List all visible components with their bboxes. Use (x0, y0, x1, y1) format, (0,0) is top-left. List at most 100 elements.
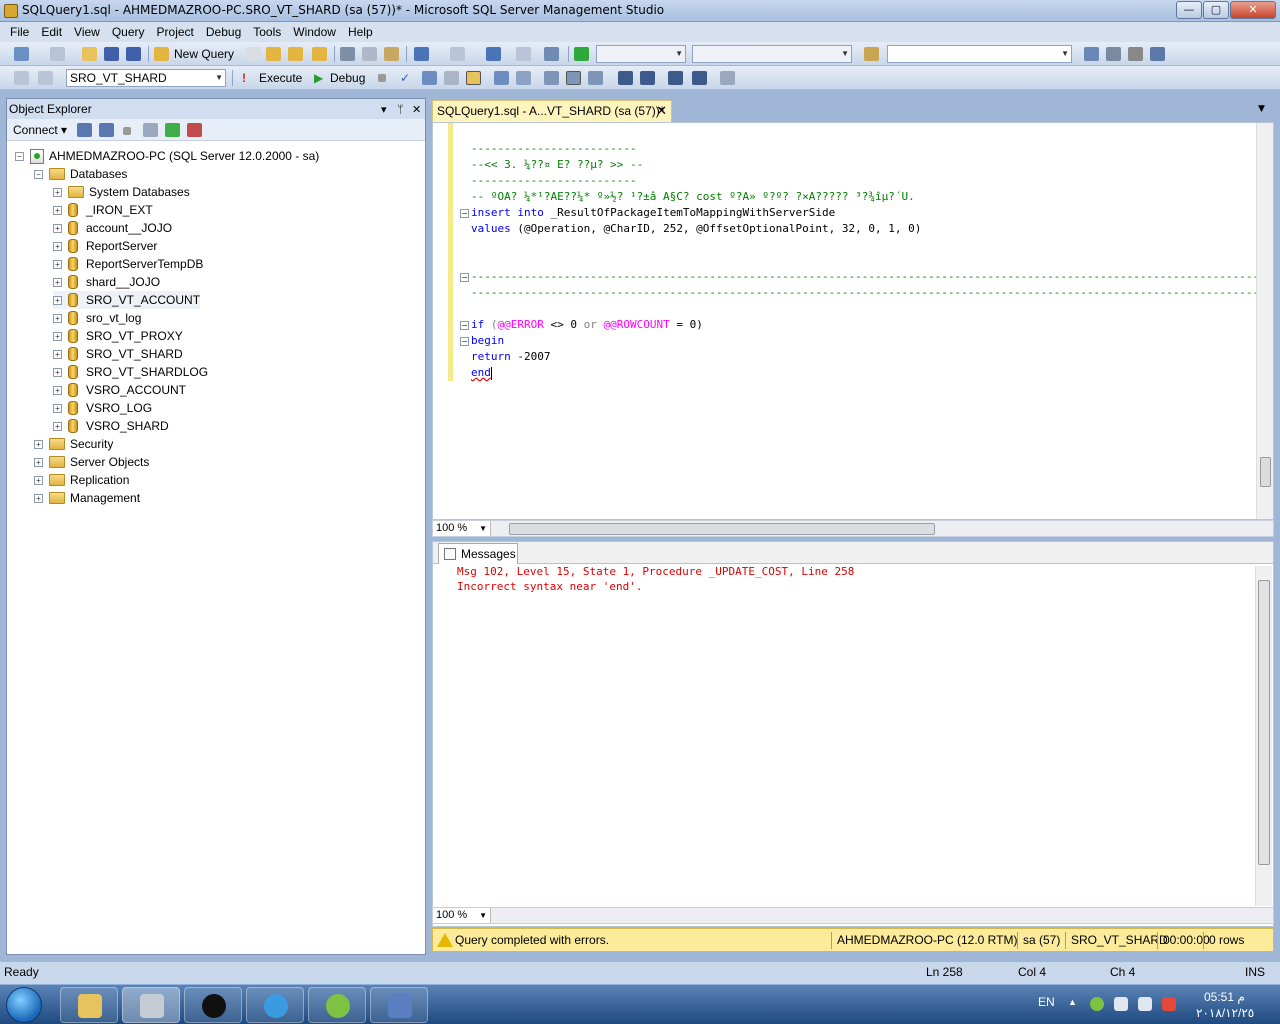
specify-template-values-icon[interactable] (720, 71, 735, 85)
volume-icon[interactable] (1114, 997, 1128, 1011)
tree-item-database[interactable]: + SRO_VT_PROXY (53, 327, 183, 345)
pin-icon[interactable]: ᛘ (397, 100, 404, 120)
uncomment-icon[interactable] (640, 71, 655, 85)
execute-icon[interactable]: ! (242, 71, 246, 85)
network-icon[interactable] (1138, 997, 1152, 1011)
utorrent-tray-icon[interactable] (1090, 997, 1104, 1011)
cut-icon[interactable] (340, 47, 355, 61)
results-to-file-icon[interactable] (588, 71, 603, 85)
menu-window[interactable]: Window (287, 25, 342, 39)
comment-out-icon[interactable] (618, 71, 633, 85)
tab-close-icon[interactable]: ✕ (656, 101, 667, 121)
expand-toggle[interactable]: + (53, 421, 62, 431)
expand-toggle[interactable]: + (53, 277, 62, 287)
connect-server-icon[interactable] (77, 123, 92, 137)
solution-platform-combo[interactable]: ▼ (692, 45, 852, 63)
new-query-icon[interactable] (154, 47, 169, 61)
expand-toggle[interactable]: + (53, 349, 62, 359)
new-project-icon[interactable] (14, 47, 29, 61)
save-icon[interactable] (104, 47, 119, 61)
stop-icon[interactable] (123, 127, 131, 135)
cancel-query-icon[interactable] (378, 74, 386, 82)
results-to-text-icon[interactable] (544, 71, 559, 85)
results-vertical-scrollbar[interactable] (1255, 566, 1272, 906)
save-all-icon[interactable] (126, 47, 141, 61)
server-node[interactable]: − AHMEDMAZROO-PC (SQL Server 12.0.2000 -… (15, 147, 319, 165)
display-estimated-plan-icon[interactable] (422, 71, 437, 85)
query-editor[interactable]: ------------------------- --<< 3. ¼??¤ E… (432, 122, 1274, 520)
new-query-button[interactable]: New Query (174, 47, 234, 61)
menu-help[interactable]: Help (342, 25, 379, 39)
expand-toggle[interactable]: + (53, 385, 62, 395)
tree-item-database[interactable]: + SRO_VT_SHARDLOG (53, 363, 208, 381)
tree-item-database[interactable]: + shard__JOJO (53, 273, 160, 291)
expand-toggle[interactable]: + (53, 187, 62, 197)
taskbar-internet-explorer[interactable] (246, 987, 304, 1023)
analysis-query-icon[interactable] (266, 47, 281, 61)
navigate-forward-icon[interactable] (516, 47, 531, 61)
expand-toggle[interactable]: + (34, 439, 43, 449)
editor-vertical-scrollbar[interactable] (1256, 123, 1273, 519)
clock-date[interactable]: ٢٠١٨/١٢/٢٥ (1196, 1006, 1254, 1020)
available-databases-combo[interactable]: SRO_VT_SHARD ▼ (66, 69, 226, 87)
tree-item-management[interactable]: + Management (34, 489, 140, 507)
tree-item-system-databases[interactable]: + System Databases (53, 183, 190, 201)
query-options-icon[interactable] (444, 71, 459, 85)
menu-project[interactable]: Project (151, 25, 200, 39)
activity-monitor-icon[interactable] (187, 123, 202, 137)
taskbar-utorrent[interactable] (308, 987, 366, 1023)
solution-configuration-combo[interactable]: ▼ (596, 45, 686, 63)
collapse-toggle[interactable]: − (15, 151, 24, 161)
expand-toggle[interactable]: + (53, 295, 62, 305)
tree-item-database[interactable]: + VSRO_ACCOUNT (53, 381, 186, 399)
tree-item-server-objects[interactable]: + Server Objects (34, 453, 149, 471)
expand-toggle[interactable]: + (53, 403, 62, 413)
find-in-files-icon[interactable] (864, 47, 879, 61)
menu-file[interactable]: File (4, 25, 35, 39)
add-item-icon[interactable] (50, 47, 65, 61)
collapse-region-icon[interactable]: − (460, 273, 469, 282)
tab-messages[interactable]: Messages (438, 543, 518, 564)
editor-horizontal-scroll-thumb[interactable] (509, 523, 935, 535)
tree-item-database[interactable]: + sro_vt_log (53, 309, 141, 327)
taskbar-explorer[interactable] (60, 987, 118, 1023)
open-file-icon[interactable] (82, 47, 97, 61)
tree-item-replication[interactable]: + Replication (34, 471, 129, 489)
tree-item-database[interactable]: + ReportServer (53, 237, 157, 255)
toolbox-icon[interactable] (1128, 47, 1143, 61)
expand-toggle[interactable]: + (53, 331, 62, 341)
filter-icon[interactable] (143, 123, 158, 137)
window-layout-icon[interactable] (1150, 47, 1165, 61)
scrollbar-thumb[interactable] (1260, 457, 1271, 487)
expand-toggle[interactable]: + (53, 241, 62, 251)
expand-toggle[interactable]: + (53, 205, 62, 215)
collapse-region-icon[interactable]: − (460, 321, 469, 330)
tree-item-database[interactable]: + _IRON_EXT (53, 201, 153, 219)
start-button[interactable] (6, 987, 42, 1023)
maximize-button[interactable]: ▢ (1203, 1, 1229, 19)
solution-config-icon[interactable] (544, 47, 559, 61)
find-combo[interactable]: ▼ (887, 45, 1072, 63)
tree-item-database[interactable]: + ReportServerTempDB (53, 255, 203, 273)
decrease-indent-icon[interactable] (668, 71, 683, 85)
disconnect-icon[interactable] (99, 123, 114, 137)
show-hidden-icons[interactable]: ▲ (1068, 997, 1077, 1007)
collapse-region-icon[interactable]: − (460, 209, 469, 218)
menu-tools[interactable]: Tools (247, 25, 287, 39)
navigate-backward-icon[interactable] (486, 47, 501, 61)
increase-indent-icon[interactable] (692, 71, 707, 85)
tree-item-database[interactable]: + VSRO_SHARD (53, 417, 169, 435)
connect-icon[interactable] (14, 71, 29, 85)
clock-time[interactable]: 05:51 م (1204, 990, 1245, 1004)
include-plan-icon[interactable] (494, 71, 509, 85)
minimize-button[interactable]: — (1176, 1, 1202, 19)
expand-toggle[interactable]: + (34, 475, 43, 485)
expand-toggle[interactable]: + (53, 259, 62, 269)
action-center-icon[interactable] (1162, 997, 1176, 1011)
expand-toggle[interactable]: + (34, 493, 43, 503)
solution-explorer-icon[interactable] (1084, 47, 1099, 61)
taskbar-ssms[interactable] (122, 987, 180, 1023)
menu-view[interactable]: View (68, 25, 106, 39)
scrollbar-thumb[interactable] (1258, 580, 1270, 865)
panel-close-icon[interactable]: ✕ (412, 100, 421, 120)
